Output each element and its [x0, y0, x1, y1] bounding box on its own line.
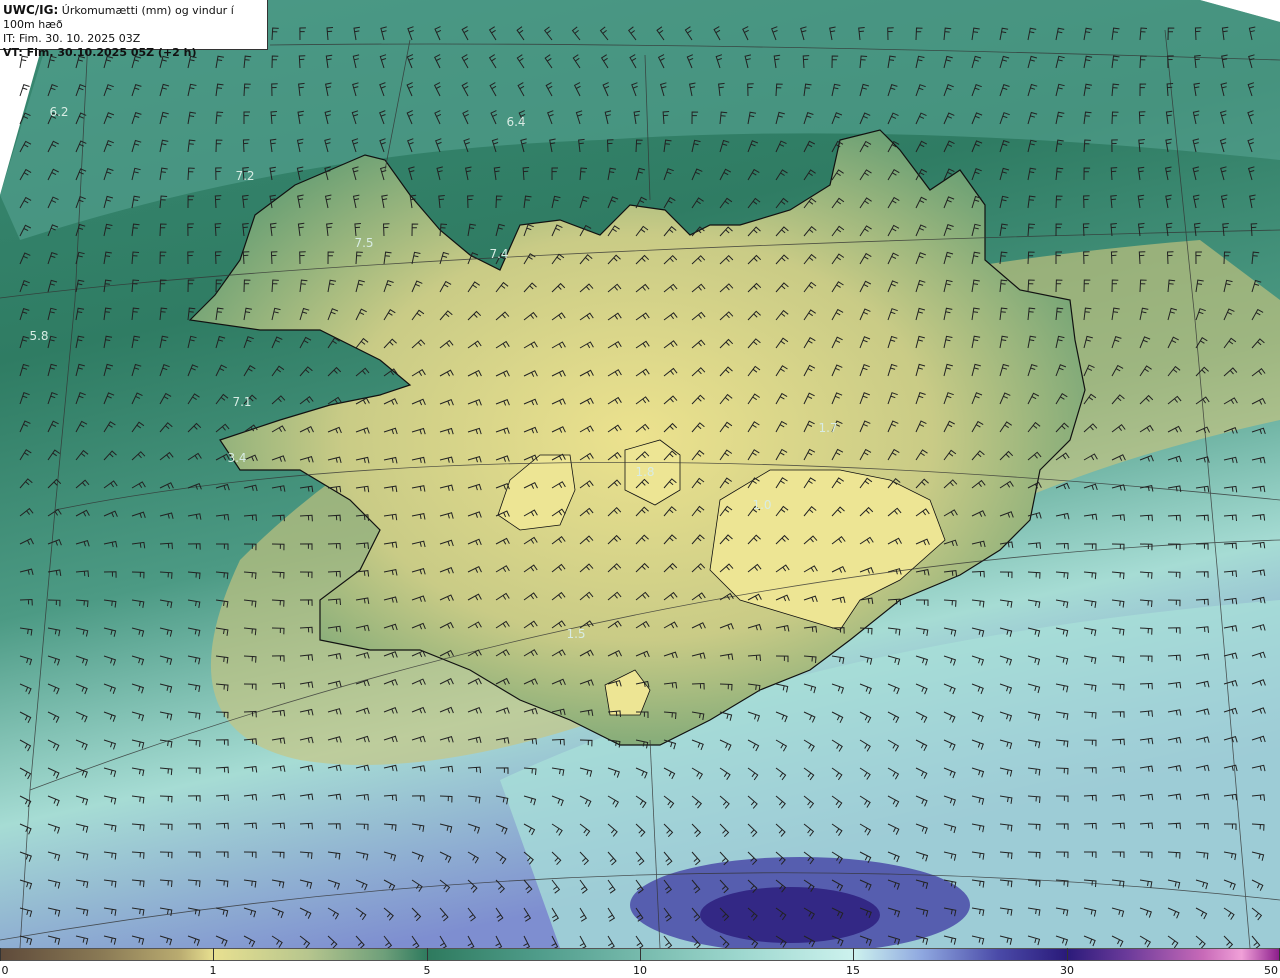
map-title-box: UWC/IG: Úrkomumætti (mm) og vindur í 100…	[0, 0, 268, 59]
map-value-label: 3.4	[227, 451, 247, 465]
colorbar-tick-label: 30	[1060, 964, 1074, 977]
valid-time: VT: Fim. 30.10.2025 05Z (+2 h)	[3, 46, 197, 59]
map-value-label: 1.5	[566, 627, 586, 641]
map-value-label: 6.2	[49, 105, 69, 119]
map-value-label: 1.7	[818, 421, 838, 435]
map-value-label: 7.4	[489, 247, 509, 261]
colorbar-tick-label: 10	[633, 964, 647, 977]
colorbar-tick-mark	[1067, 948, 1068, 961]
map-value-label: 7.1	[232, 395, 252, 409]
map-value-label: 7.5	[354, 236, 374, 250]
colorbar-tick-label: 15	[846, 964, 860, 977]
map-value-label: 7.2	[235, 169, 255, 183]
colorbar-tick-label: 1	[209, 964, 217, 977]
map-value-label: 5.8	[29, 329, 49, 343]
colorbar-tick-label: 5	[423, 964, 431, 977]
init-time: IT: Fim. 30. 10. 2025 03Z	[3, 32, 141, 45]
colorbar: 0 1 5 10 15 30 50	[0, 948, 1280, 978]
colorbar-tick-label: 0	[1, 964, 9, 977]
colorbar-tick-label: 50	[1264, 964, 1278, 977]
colorbar-tick-mark	[640, 948, 641, 961]
map-value-label: 1.8	[635, 465, 655, 479]
map-value-label: 1.0	[752, 498, 772, 512]
colorbar-tick-mark	[853, 948, 854, 961]
colorbar-tick-mark	[427, 948, 428, 961]
colorbar-tick-mark	[0, 948, 1, 961]
product-code: UWC/IG:	[3, 3, 59, 17]
map-value-label: 6.4	[506, 115, 526, 129]
colorbar-tick-mark	[213, 948, 214, 961]
